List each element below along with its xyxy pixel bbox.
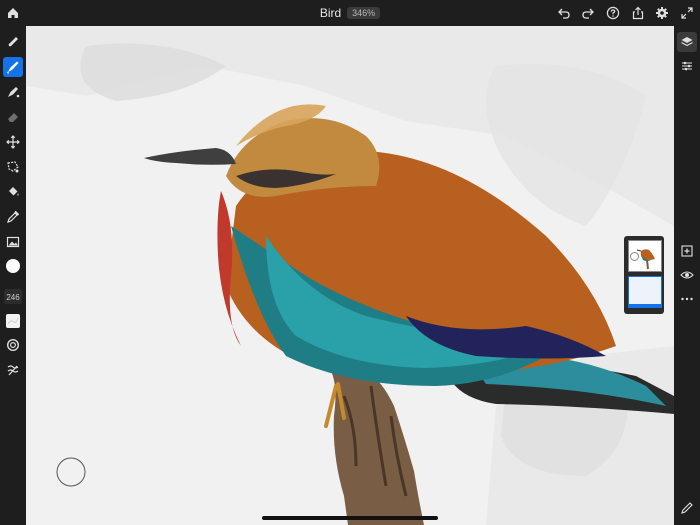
fill-icon[interactable] — [3, 182, 23, 202]
help-icon[interactable] — [604, 4, 622, 22]
visibility-icon[interactable] — [677, 265, 697, 285]
live-brush-icon[interactable] — [3, 57, 23, 77]
share-icon[interactable] — [629, 4, 647, 22]
settings-icon[interactable] — [653, 4, 671, 22]
right-toolbar — [674, 26, 700, 525]
brush-size[interactable]: 246 — [4, 290, 22, 304]
image-place-icon[interactable] — [3, 232, 23, 252]
color-swatch-icon[interactable] — [3, 256, 23, 276]
eyedropper-icon[interactable] — [3, 207, 23, 227]
pencil-icon[interactable] — [677, 498, 697, 518]
selection-icon[interactable] — [3, 157, 23, 177]
undo-icon[interactable] — [555, 4, 573, 22]
zoom-level[interactable]: 346% — [347, 7, 381, 19]
transform-icon[interactable] — [3, 132, 23, 152]
add-layer-icon[interactable] — [677, 241, 697, 261]
active-layer-bar — [629, 304, 661, 307]
layer-thumbnail-background[interactable] — [628, 276, 662, 308]
layer-thumbnail-bird[interactable] — [628, 240, 662, 272]
modify-icon[interactable] — [3, 360, 23, 380]
layers-panel — [624, 236, 664, 314]
top-bar: Bird 346% — [0, 0, 700, 26]
home-indicator — [262, 516, 438, 520]
more-icon[interactable] — [677, 289, 697, 309]
document-title[interactable]: Bird — [320, 6, 341, 20]
redo-icon[interactable] — [579, 4, 597, 22]
artwork — [26, 26, 674, 525]
eraser-icon[interactable] — [3, 107, 23, 127]
brush-settings-icon[interactable] — [3, 311, 23, 331]
left-toolbar: 246 — [0, 26, 26, 525]
fullscreen-icon[interactable] — [678, 4, 696, 22]
smudge-icon[interactable] — [3, 335, 23, 355]
layer-select-dot[interactable] — [630, 252, 639, 261]
pixel-brush-icon[interactable] — [3, 32, 23, 52]
layers-icon[interactable] — [677, 32, 697, 52]
layer-properties-icon[interactable] — [677, 56, 697, 76]
vector-brush-icon[interactable] — [3, 82, 23, 102]
drawing-canvas[interactable] — [26, 26, 674, 525]
